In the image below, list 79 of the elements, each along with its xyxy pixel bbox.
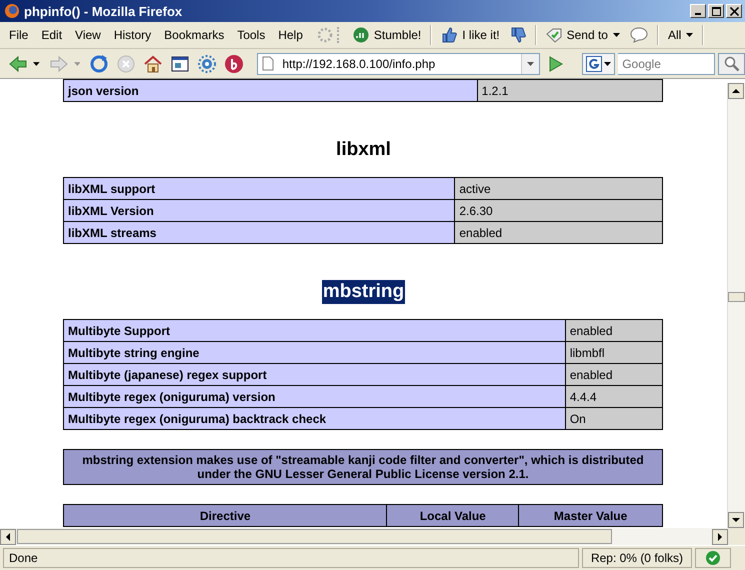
table-cell: enabled <box>565 364 662 386</box>
globe-icon <box>4 3 20 19</box>
window-icon <box>170 54 190 74</box>
dropdown-arrow-icon <box>527 62 534 66</box>
dropdown-arrow-icon <box>33 62 40 66</box>
table-cell: active <box>454 178 662 200</box>
reload-icon <box>89 54 110 74</box>
table-cell: enabled <box>565 320 662 342</box>
maximize-icon <box>712 6 720 16</box>
close-button[interactable] <box>726 4 742 18</box>
table-cell: libXML streams <box>64 222 455 244</box>
column-header: Directive <box>64 504 387 526</box>
table-cell: libXML Version <box>64 200 455 222</box>
table-cell: On <box>565 408 662 430</box>
table-cell: libmbfl <box>565 342 662 364</box>
scroll-thumb[interactable] <box>17 529 612 544</box>
search-field[interactable]: Google <box>618 52 716 74</box>
table-cell: Multibyte string engine <box>64 342 566 364</box>
scroll-thumb[interactable] <box>728 292 745 302</box>
window-title: phpinfo() - Mozilla Firefox <box>24 4 184 18</box>
address-bar[interactable]: http://192.168.0.100/info.php <box>257 52 540 74</box>
scroll-right-icon <box>712 528 728 544</box>
gear-icon <box>197 54 218 74</box>
send-to-button[interactable]: Send to <box>540 25 625 45</box>
menu-item[interactable]: Bookmarks <box>161 28 232 42</box>
dropdown-arrow-icon <box>604 62 612 66</box>
menu-item[interactable]: Tools <box>234 28 274 42</box>
table-cell: Multibyte Support <box>64 320 566 342</box>
menu-item[interactable]: Edit <box>38 28 70 42</box>
search-icon <box>724 56 740 72</box>
thumbs-up-icon <box>441 27 458 43</box>
minimize-icon <box>695 13 701 15</box>
checkmark-icon <box>706 551 720 565</box>
home-icon <box>143 54 164 74</box>
vertical-scrollbar[interactable] <box>727 83 745 528</box>
dropdown-arrow-icon <box>686 33 694 37</box>
thumbs-down-icon <box>510 27 526 43</box>
scroll-up-icon <box>728 83 744 99</box>
column-header: Master Value <box>518 504 662 526</box>
maximize-button[interactable] <box>708 4 724 18</box>
speech-bubble-icon <box>630 27 648 43</box>
status-text: Done <box>3 548 579 568</box>
spinner-icon <box>316 27 333 43</box>
page-icon <box>262 56 274 71</box>
like-button[interactable]: I like it! <box>436 25 505 45</box>
close-icon <box>730 6 738 16</box>
section-heading: libxml <box>335 138 392 162</box>
table-cell: 4.4.4 <box>565 386 662 408</box>
dropdown-button[interactable] <box>521 54 540 74</box>
all-button[interactable]: All <box>662 26 698 44</box>
stumble-button[interactable]: Stumble! <box>348 25 426 45</box>
stop-icon <box>116 54 136 74</box>
section-heading: mbstring <box>322 280 406 304</box>
table-cell: Multibyte regex (oniguruma) version <box>64 386 566 408</box>
toolbar-grip <box>336 27 342 43</box>
table-cell: 1.2.1 <box>477 80 662 102</box>
letter-g-icon <box>586 56 602 72</box>
table-cell: enabled <box>454 222 662 244</box>
search-button[interactable] <box>718 52 745 74</box>
minimize-button[interactable] <box>690 4 706 18</box>
dropdown-arrow-icon <box>74 62 80 66</box>
menu-item[interactable]: Help <box>275 28 311 42</box>
table-cell: Multibyte (japanese) regex support <box>64 364 566 386</box>
table-cell: 2.6.30 <box>454 200 662 222</box>
table-cell: json version <box>64 80 478 102</box>
horizontal-scrollbar[interactable] <box>0 528 728 545</box>
menu-item[interactable]: History <box>110 28 160 42</box>
back-icon <box>8 54 28 74</box>
menu-item[interactable]: View <box>72 28 109 42</box>
forward-icon <box>48 54 69 74</box>
table-cell: Multibyte regex (oniguruma) backtrack check <box>64 408 566 430</box>
reputation-text: Rep: 0% (0 folks) <box>582 548 692 568</box>
dropdown-arrow-icon <box>612 33 620 37</box>
search-engine-button[interactable] <box>582 52 616 74</box>
table-cell: libXML support <box>64 178 455 200</box>
column-header: Local Value <box>386 504 519 526</box>
menu-item[interactable]: File <box>6 28 36 42</box>
notice-text: mbstring extension makes use of "streamable kanji code filter and converter", which is distributed under the GNU Lesser General Public License version 2.1. <box>64 450 662 484</box>
letter-b-icon <box>224 54 244 74</box>
